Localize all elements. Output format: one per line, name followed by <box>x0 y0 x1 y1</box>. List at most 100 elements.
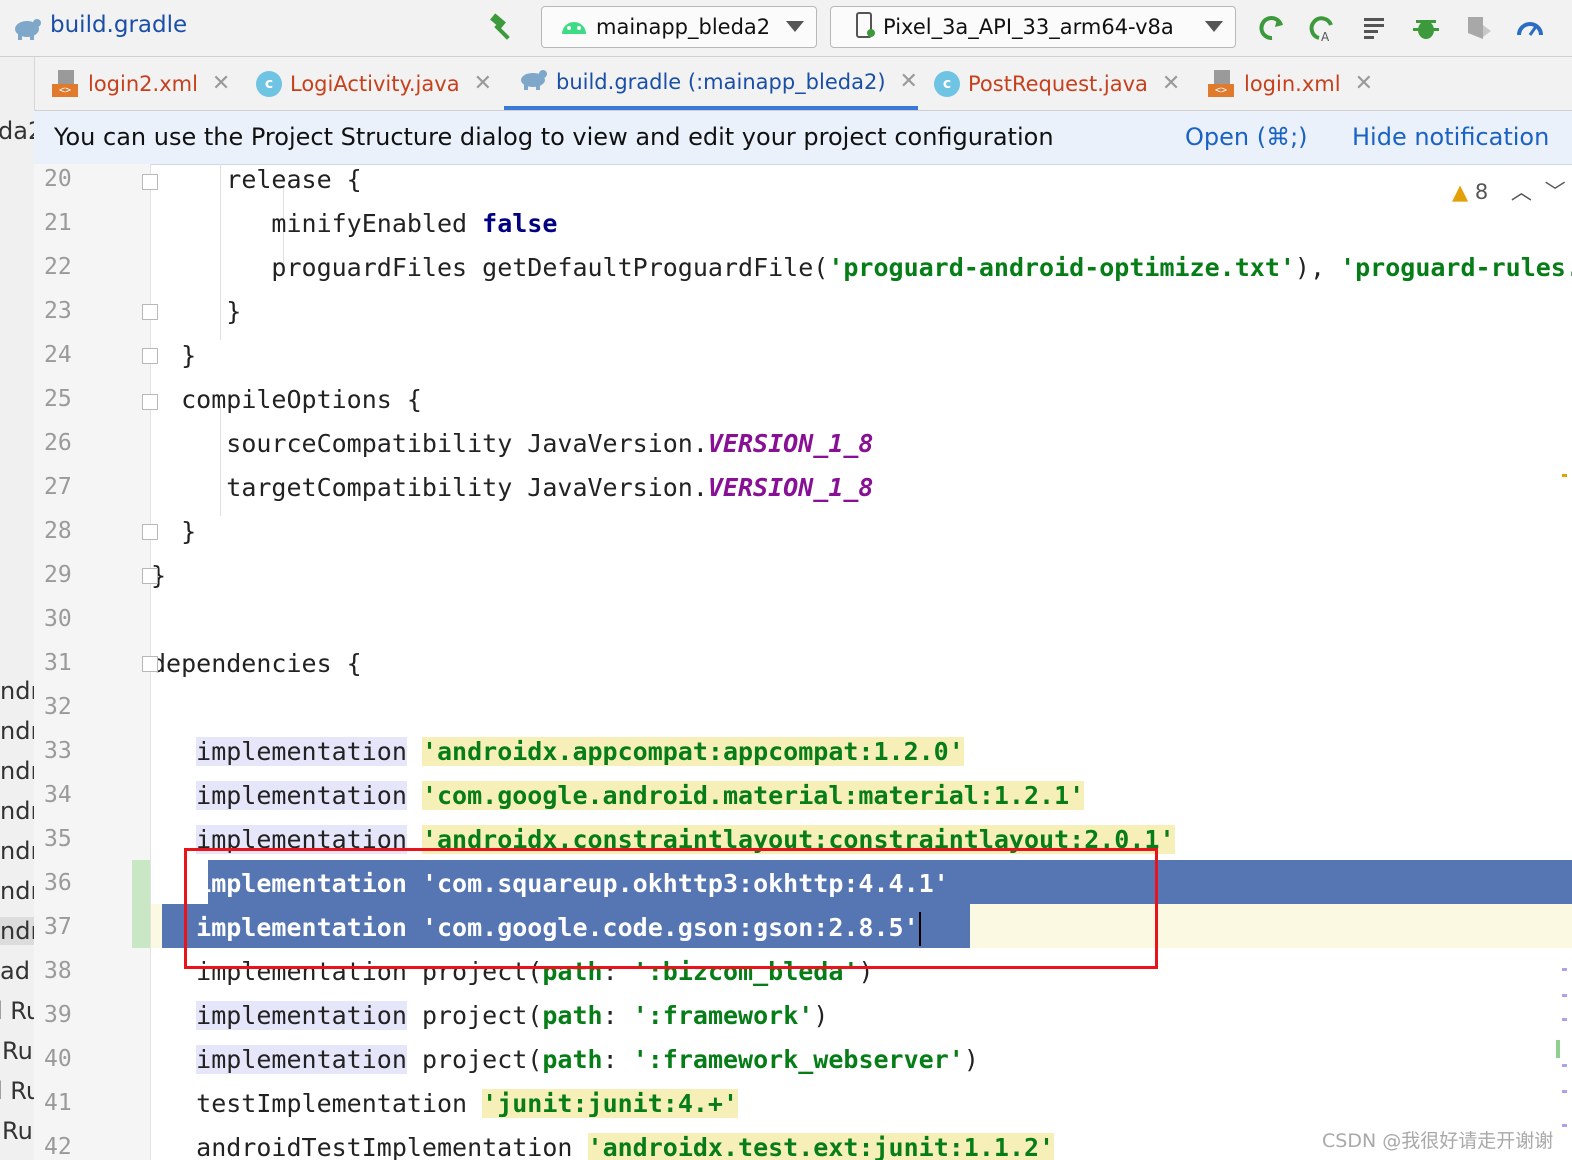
line-number: 32 <box>44 694 72 720</box>
tab-login-xml[interactable]: <> login.xml ✕ <box>1208 57 1373 110</box>
code-line-33: implementation 'androidx.appcompat:appco… <box>196 737 964 766</box>
gradle-elephant-icon <box>8 10 44 46</box>
svg-text:A: A <box>1321 30 1330 43</box>
code-line-27: targetCompatibility JavaVersion.VERSION_… <box>226 473 874 502</box>
panel-text: l Ru <box>0 997 34 1025</box>
hide-notification-link[interactable]: Hide notification <box>1352 123 1549 151</box>
attach-debugger-icon[interactable] <box>1460 10 1496 46</box>
close-icon[interactable]: ✕ <box>900 69 918 94</box>
debug-bug-icon[interactable] <box>1408 10 1444 46</box>
panel-text: da2 <box>0 117 34 145</box>
scroll-marker[interactable] <box>1562 994 1567 997</box>
line-number: 38 <box>44 958 72 984</box>
code-line-34: implementation 'com.google.android.mater… <box>196 781 1085 810</box>
line-number: 28 <box>44 518 72 544</box>
fold-marker[interactable] <box>142 304 158 320</box>
scroll-marker[interactable] <box>1562 1018 1567 1021</box>
scroll-marker[interactable] <box>1556 1040 1560 1058</box>
module-dropdown[interactable]: mainapp_bleda2 <box>541 6 817 48</box>
code-line-39: implementation project(path: ':framework… <box>196 1001 829 1030</box>
tab-label: PostRequest.java <box>968 71 1148 96</box>
phone-device-icon <box>855 11 875 44</box>
code-line-21: minifyEnabled false <box>271 209 558 238</box>
tab-label: login.xml <box>1244 71 1341 96</box>
sync-list-icon[interactable] <box>1358 10 1394 46</box>
code-line-23: } <box>226 297 242 326</box>
line-number: 33 <box>44 738 72 764</box>
chevron-down-icon[interactable]: ﹀ <box>1545 180 1566 204</box>
tab-logiactivity-java[interactable]: c LogiActivity.java ✕ <box>256 57 492 110</box>
main-toolbar: build.gradle mainapp_bleda2 Pixel_3a_API… <box>0 0 1572 57</box>
warning-count: 8 <box>1474 180 1489 204</box>
close-icon[interactable]: ✕ <box>212 71 230 96</box>
vcs-change-marker[interactable] <box>132 860 150 948</box>
hammer-build-icon[interactable] <box>484 10 520 46</box>
chevron-down-icon <box>786 21 804 32</box>
xml-file-icon: <> <box>1208 69 1236 98</box>
tab-postrequest-java[interactable]: c PostRequest.java ✕ <box>934 57 1180 110</box>
line-number: 29 <box>44 562 72 588</box>
notification-message: You can use the Project Structure dialog… <box>54 123 1054 151</box>
fold-marker[interactable] <box>142 174 158 190</box>
scroll-marker[interactable] <box>1562 1090 1567 1093</box>
scroll-marker[interactable] <box>1562 1064 1567 1067</box>
fold-marker[interactable] <box>142 568 158 584</box>
profiler-gauge-icon[interactable] <box>1512 10 1548 46</box>
tab-label: LogiActivity.java <box>290 71 460 96</box>
apply-changes-restart-icon[interactable] <box>1254 10 1290 46</box>
fold-marker[interactable] <box>142 348 158 364</box>
java-class-icon: c <box>256 70 282 97</box>
line-number: 31 <box>44 650 72 676</box>
project-file-title[interactable]: build.gradle <box>50 12 187 38</box>
android-icon <box>560 14 588 41</box>
device-dropdown[interactable]: Pixel_3a_API_33_arm64-v8a <box>830 6 1236 48</box>
panel-text: ndr <box>0 717 34 745</box>
java-class-icon: c <box>934 70 960 97</box>
tab-label: login2.xml <box>88 71 198 96</box>
line-number: 23 <box>44 298 72 324</box>
line-number: 20 <box>44 166 72 192</box>
line-number: 27 <box>44 474 72 500</box>
line-number: 35 <box>44 826 72 852</box>
warning-icon: ▲ <box>1452 180 1469 204</box>
code-line-25: compileOptions { <box>181 385 422 414</box>
close-icon[interactable]: ✕ <box>1162 71 1180 96</box>
apply-code-changes-icon[interactable]: A <box>1304 10 1340 46</box>
inspection-widget[interactable]: ▲ 8 ︿ ﹀ <box>1452 176 1566 206</box>
line-number: 34 <box>44 782 72 808</box>
code-line-28: } <box>181 517 197 546</box>
line-number: 30 <box>44 606 72 632</box>
chevron-down-icon <box>1205 21 1223 32</box>
close-icon[interactable]: ✕ <box>474 71 492 96</box>
chevron-up-icon[interactable]: ︿ <box>1511 180 1532 204</box>
code-editor[interactable]: release { minifyEnabled false proguardFi… <box>151 164 1572 1160</box>
annotation-highlight-box <box>184 848 1158 969</box>
code-line-29: } <box>151 561 167 590</box>
open-link[interactable]: Open (⌘;) <box>1185 123 1308 151</box>
panel-text: Ru <box>2 1037 33 1065</box>
watermark-text: CSDN @我很好请走开谢谢 <box>1322 1130 1554 1152</box>
close-icon[interactable]: ✕ <box>1355 71 1373 96</box>
fold-marker[interactable] <box>142 656 158 672</box>
code-line-24: } <box>181 341 197 370</box>
tab-build-gradle[interactable]: build.gradle (:mainapp_bleda2) ✕ <box>504 57 918 110</box>
line-number: 37 <box>44 914 72 940</box>
line-number: 39 <box>44 1002 72 1028</box>
fold-marker[interactable] <box>142 524 158 540</box>
xml-file-icon: <> <box>52 69 80 98</box>
tab-login2-xml[interactable]: <> login2.xml ✕ <box>52 57 230 110</box>
panel-text: ndr <box>0 757 34 785</box>
project-structure-notification: You can use the Project Structure dialog… <box>34 111 1572 165</box>
panel-text: Ru <box>2 1117 33 1145</box>
scroll-marker[interactable] <box>1562 968 1567 971</box>
fold-marker[interactable] <box>142 394 158 410</box>
panel-text: ndr <box>0 917 34 945</box>
code-line-31: dependencies { <box>151 649 362 678</box>
code-line-22: proguardFiles getDefaultProguardFile('pr… <box>271 253 1572 282</box>
panel-text: ad <box>0 957 30 985</box>
code-line-40: implementation project(path: ':framework… <box>196 1045 979 1074</box>
panel-text: ndr <box>0 797 34 825</box>
module-dropdown-value: mainapp_bleda2 <box>596 15 771 39</box>
scroll-marker[interactable] <box>1562 1124 1567 1127</box>
scroll-marker[interactable] <box>1562 474 1567 477</box>
